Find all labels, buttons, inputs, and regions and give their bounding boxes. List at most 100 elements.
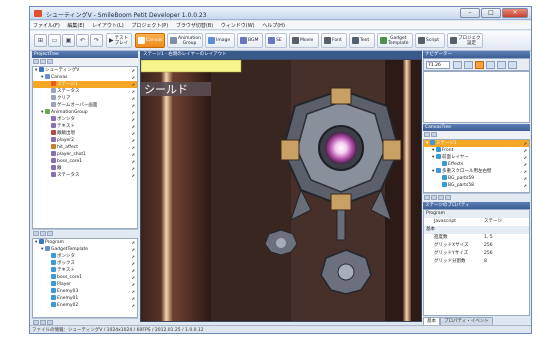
zoom-select[interactable]: 71.26 xyxy=(426,61,450,69)
new-file-icon[interactable]: ⊞ xyxy=(34,34,47,47)
pin-icon[interactable]: ⬈ xyxy=(132,137,135,144)
pin-icon[interactable]: ⬈ xyxy=(132,95,135,102)
canvas-tree-scrollbar[interactable] xyxy=(423,193,530,201)
zoom-in-icon[interactable] xyxy=(464,61,473,69)
pin-icon[interactable]: ⬈ xyxy=(524,175,527,182)
pin-icon[interactable]: ⬈ xyxy=(132,109,135,116)
project-tree-item[interactable]: 敵敵出現 ⬈ xyxy=(33,130,137,137)
program-tree-item[interactable]: Enemy03 ⬈ xyxy=(33,288,137,295)
canvas-tree-item[interactable]: Effects ⬈ xyxy=(424,161,529,168)
program-tree-item[interactable]: Enemy02 ⬈ xyxy=(33,302,137,309)
property-row[interactable]: グリッド分割数 8 xyxy=(424,258,529,266)
add-icon[interactable] xyxy=(47,59,53,64)
navigator-preview[interactable] xyxy=(423,71,530,123)
save-icon[interactable]: ▣ xyxy=(62,34,75,47)
program-tree-item[interactable]: ▾ GadgetTemplate ⬈ xyxy=(33,246,137,253)
pin-icon[interactable]: ⬈ xyxy=(132,88,135,95)
property-row[interactable]: Program xyxy=(424,210,529,218)
pin-icon[interactable]: ⬈ xyxy=(132,295,135,302)
project-tree-item[interactable]: ゲームオーバー画面 ⬈ xyxy=(33,102,137,109)
property-row[interactable]: グリッドYサイズ 256 xyxy=(424,250,529,258)
pin-icon[interactable]: ⬈ xyxy=(132,81,135,88)
program-tree-item[interactable]: Enemy01 ⬈ xyxy=(33,295,137,302)
text-button[interactable]: Text xyxy=(349,33,375,48)
snap-icon[interactable] xyxy=(497,61,506,69)
grid-icon[interactable] xyxy=(486,61,495,69)
property-row[interactable]: 進度数 1, 5 xyxy=(424,234,529,242)
pin-icon[interactable]: ⬈ xyxy=(132,67,135,74)
project-tree-item[interactable]: 敵 ⬈ xyxy=(33,165,137,172)
pin-icon[interactable]: ⬈ xyxy=(524,154,527,161)
test-play-button[interactable]: ▶ テスト プレイ xyxy=(106,33,132,48)
close-button[interactable]: × xyxy=(502,8,528,18)
project-tree-item[interactable]: hit_affect ⬈ xyxy=(33,144,137,151)
menu-edit[interactable]: 編集(E) xyxy=(64,21,87,30)
collapse-icon[interactable] xyxy=(40,59,46,64)
pin-icon[interactable]: ⬈ xyxy=(132,158,135,165)
project-tree-item[interactable]: boss_core1 ⬈ xyxy=(33,158,137,165)
pin-icon[interactable]: ⬈ xyxy=(132,102,135,109)
animation-group-button[interactable]: Animation Group xyxy=(167,33,203,48)
bgm-button[interactable]: BGM xyxy=(237,33,263,48)
property-row[interactable]: グリッドXサイズ 256 xyxy=(424,242,529,250)
pin-icon[interactable]: ⬈ xyxy=(524,147,527,154)
project-tree-item[interactable]: ▾ Canvas ⬈ xyxy=(33,74,137,81)
canvas-tree-item[interactable]: BG_parts59 ⬈ xyxy=(424,175,529,182)
property-value[interactable]: 256 xyxy=(484,250,493,258)
font-button[interactable]: Font xyxy=(321,33,347,48)
maximize-button[interactable]: □ xyxy=(481,8,501,18)
script-button[interactable]: Script xyxy=(415,33,445,48)
canvas-tree-item[interactable]: BG_parts58 ⬈ xyxy=(424,182,529,189)
open-file-icon[interactable]: ▭ xyxy=(48,34,61,47)
movie-button[interactable]: Movie xyxy=(289,33,319,48)
pin-icon[interactable]: ⬈ xyxy=(132,130,135,137)
pin-icon[interactable]: ⬈ xyxy=(132,253,135,260)
menu-project[interactable]: プロジェクト(P) xyxy=(128,21,171,30)
pin-icon[interactable]: ⬈ xyxy=(132,274,135,281)
pin-icon[interactable]: ⬈ xyxy=(132,144,135,151)
pin-icon[interactable]: ⬈ xyxy=(132,151,135,158)
menu-layout[interactable]: レイアウト(L) xyxy=(89,21,127,30)
property-row[interactable]: 基本 xyxy=(424,226,529,234)
gadget-template-button[interactable]: Gadget Template xyxy=(377,33,413,48)
canvas-tree-item[interactable]: ▾ ステージ1 ⬈ xyxy=(424,140,529,147)
project-tree-item[interactable]: player2 ⬈ xyxy=(33,137,137,144)
turret-sprite[interactable] xyxy=(320,249,372,295)
delete-layer-icon[interactable] xyxy=(431,132,437,137)
pin-icon[interactable]: ⬈ xyxy=(132,260,135,267)
pin-icon[interactable]: ⬈ xyxy=(524,161,527,168)
property-value[interactable]: 1, 5 xyxy=(484,234,493,242)
canvas-tree-item[interactable]: ▾ 前面レイヤー ⬈ xyxy=(424,154,529,161)
zoom-out-icon[interactable] xyxy=(453,61,462,69)
image-button[interactable]: Image xyxy=(205,33,235,48)
project-tree-item[interactable]: ボンシタ ⬈ xyxy=(33,116,137,123)
pin-icon[interactable]: ⬈ xyxy=(524,182,527,189)
project-tree-scrollbar[interactable] xyxy=(32,229,138,237)
expand-icon[interactable] xyxy=(33,59,39,64)
property-row[interactable]: Javascript ステージ xyxy=(424,218,529,226)
canvas-tree-item[interactable]: ▾ 多重スクロール用左右壁 ⬈ xyxy=(424,168,529,175)
property-value[interactable]: 8 xyxy=(484,258,487,266)
stage-canvas[interactable]: シールド xyxy=(140,59,422,322)
project-tree-item[interactable]: player_shot1 ⬈ xyxy=(33,151,137,158)
project-tree-item[interactable]: クリア ⬈ xyxy=(33,95,137,102)
pin-icon[interactable]: ⬈ xyxy=(132,74,135,81)
undo-icon[interactable]: ↶ xyxy=(76,34,89,47)
pin-icon[interactable]: ⬈ xyxy=(132,281,135,288)
project-tree-item[interactable]: ステージ1 ⬈ xyxy=(33,81,137,88)
project-settings-button[interactable]: プロジェクト 設定 xyxy=(447,33,483,48)
program-tree-item[interactable]: boss_core1 ⬈ xyxy=(33,274,137,281)
program-tree-item[interactable]: ボンシタ ⬈ xyxy=(33,253,137,260)
project-tree-item[interactable]: テキスト ⬈ xyxy=(33,123,137,130)
property-value[interactable]: 256 xyxy=(484,242,493,250)
add-layer-icon[interactable] xyxy=(424,132,430,137)
menu-help[interactable]: ヘルプ(H) xyxy=(259,21,288,30)
project-tree-item[interactable]: ▾ シューティングV ⬈ xyxy=(33,67,137,74)
pin-icon[interactable]: ⬈ xyxy=(132,239,135,246)
program-tree-item[interactable]: ボックス ⬈ xyxy=(33,260,137,267)
pin-icon[interactable]: ⬈ xyxy=(524,140,527,147)
pin-icon[interactable]: ⬈ xyxy=(132,246,135,253)
canvas-tree-item[interactable]: ▾ Front ⬈ xyxy=(424,147,529,154)
pin-icon[interactable]: ⬈ xyxy=(132,288,135,295)
project-tree-item[interactable]: ステータス ⬈ xyxy=(33,172,137,179)
